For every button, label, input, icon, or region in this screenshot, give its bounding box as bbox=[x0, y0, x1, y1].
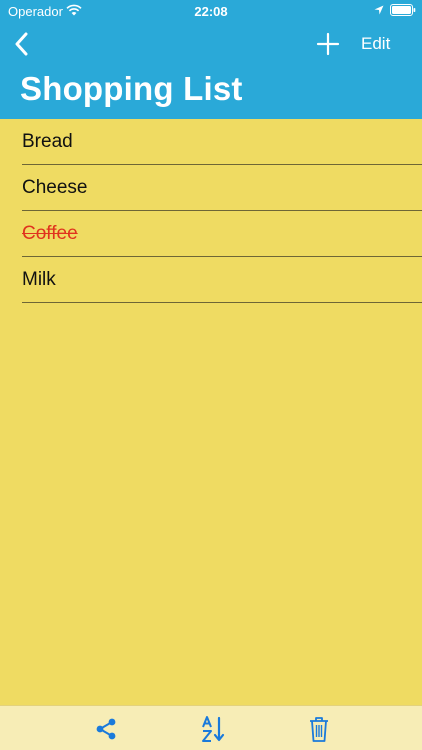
sort-az-icon bbox=[202, 716, 225, 742]
status-time: 22:08 bbox=[194, 4, 228, 19]
plus-icon bbox=[316, 32, 340, 56]
page-title: Shopping List bbox=[20, 70, 243, 107]
trash-icon bbox=[310, 717, 328, 742]
list-item-label: Milk bbox=[22, 268, 56, 290]
add-item-button[interactable] bbox=[316, 32, 340, 56]
share-icon bbox=[96, 718, 116, 740]
list-item-bread[interactable]: Bread bbox=[22, 119, 422, 165]
list-item-label: Bread bbox=[22, 130, 73, 152]
list-item-label: Coffee bbox=[22, 222, 78, 244]
delete-button[interactable] bbox=[304, 714, 334, 744]
chevron-left-icon bbox=[15, 32, 28, 56]
back-button[interactable] bbox=[10, 30, 32, 58]
share-button[interactable] bbox=[91, 714, 121, 744]
location-arrow-icon bbox=[374, 5, 384, 15]
sort-button[interactable] bbox=[198, 714, 228, 744]
bottom-toolbar bbox=[0, 705, 422, 750]
shopping-list: Bread Cheese Coffee Milk bbox=[0, 119, 422, 303]
edit-button[interactable]: Edit bbox=[361, 34, 390, 54]
list-item-cheese[interactable]: Cheese bbox=[22, 165, 422, 211]
battery-icon bbox=[390, 4, 416, 16]
list-item-coffee[interactable]: Coffee bbox=[22, 211, 422, 257]
list-item-milk[interactable]: Milk bbox=[22, 257, 422, 303]
navigation-header: Operador 22:08 Edit Shopping List bbox=[0, 0, 422, 119]
status-bar: Operador 22:08 bbox=[0, 0, 422, 22]
list-item-label: Cheese bbox=[22, 176, 88, 198]
